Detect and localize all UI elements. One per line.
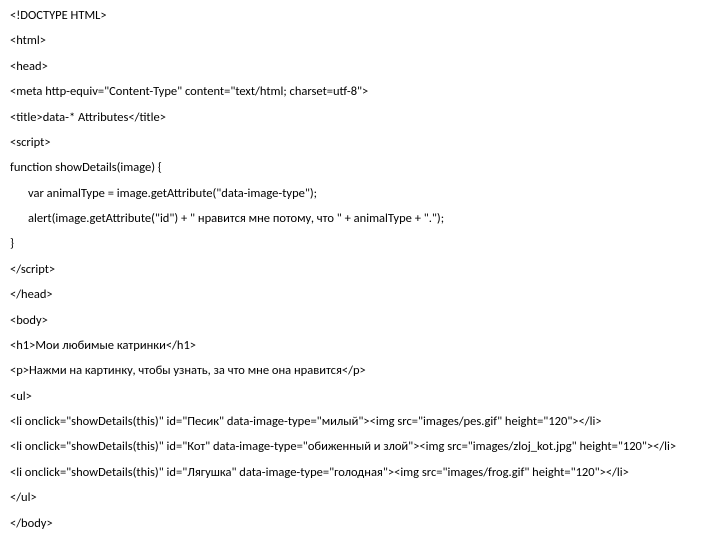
code-line: function showDetails(image) {	[10, 158, 710, 177]
code-line: <li onclick="showDetails(this)" id="Песи…	[10, 412, 710, 431]
code-line: <p>Нажми на картинку, чтобы узнать, за ч…	[10, 361, 710, 380]
code-line: alert(image.getAttribute("id") + " нрави…	[10, 209, 710, 228]
code-line: <body>	[10, 311, 710, 330]
code-line: <title>data-* Attributes</title>	[10, 108, 710, 127]
code-line: }	[10, 234, 710, 253]
code-line: </ul>	[10, 488, 710, 507]
code-line: </body>	[10, 514, 710, 533]
code-line: </head>	[10, 285, 710, 304]
code-line: <head>	[10, 57, 710, 76]
code-line: <h1>Мои любимые катринки</h1>	[10, 336, 710, 355]
code-line: <html>	[10, 31, 710, 50]
code-line: <ul>	[10, 387, 710, 406]
code-line: </script>	[10, 260, 710, 279]
code-line: <meta http-equiv="Content-Type" content=…	[10, 82, 710, 101]
code-line: <li onclick="showDetails(this)" id="Лягу…	[10, 463, 710, 482]
code-line: <!DOCTYPE HTML>	[10, 6, 710, 25]
code-line: <li onclick="showDetails(this)" id="Кот"…	[10, 437, 710, 456]
code-line: <script>	[10, 133, 710, 152]
code-listing: <!DOCTYPE HTML> <html> <head> <meta http…	[10, 6, 710, 540]
code-line: var animalType = image.getAttribute("dat…	[10, 184, 710, 203]
